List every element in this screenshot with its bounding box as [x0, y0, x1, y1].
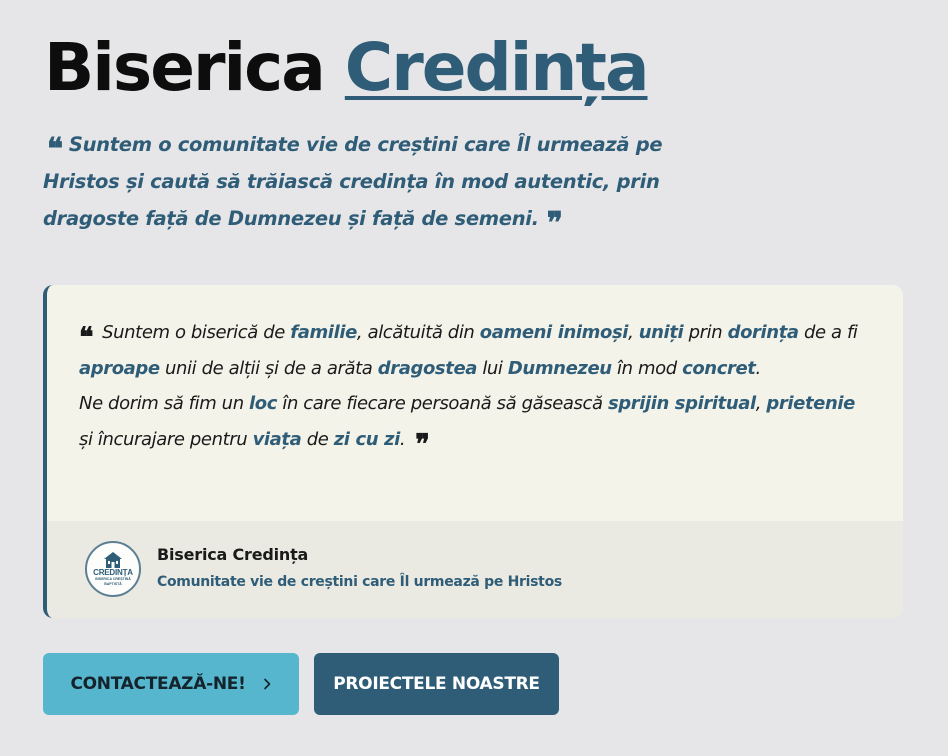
projects-button-label: PROIECTELE NOASTRE [333, 674, 540, 694]
contact-button-label: CONTACTEAZĂ-NE! [70, 674, 246, 694]
page: Biserica Credința ❝ Suntem o comunitate v… [0, 0, 948, 756]
highlight-word: dorința [727, 322, 799, 343]
quote-text-segment: , [755, 393, 767, 414]
quote-card: ❝ Suntem o biserică de familie, alcătuită… [43, 285, 903, 618]
highlight-word: loc [249, 393, 278, 414]
highlight-word: aproape [79, 357, 160, 379]
tagline-text: Suntem o comunitate vie de creștini care… [43, 133, 663, 230]
title-main: Biserica [44, 29, 326, 106]
church-building-icon [104, 552, 122, 568]
quote-text-segment: de [301, 428, 334, 450]
quote-text-segment: , alcătuită din [356, 322, 480, 343]
quote-text-segment: Ne dorim să fim un [79, 393, 250, 414]
highlight-word: Dumnezeu [507, 357, 612, 379]
quote-text-segment: în mod [611, 357, 683, 379]
projects-button[interactable]: PROIECTELE NOASTRE [314, 653, 559, 715]
highlight-word: prietenie [766, 393, 855, 414]
org-name: Biserica Credința [157, 545, 309, 564]
highlight-word: oameni inimoși [479, 322, 629, 343]
highlight-word: dragostea [377, 357, 478, 379]
page-title: Biserica Credința [44, 26, 650, 110]
quote-open-icon: ❝ [47, 132, 63, 167]
tagline: ❝ Suntem o comunitate vie de creștini car… [43, 126, 693, 239]
highlight-word: uniți [638, 322, 684, 343]
quote-close-icon: ❞ [546, 206, 563, 241]
quote-text-segment: Suntem o biserică de [102, 322, 291, 343]
quote-text-segment: și încurajare pentru [79, 428, 253, 450]
quote-text-segment: unii de alții și de a arăta [159, 357, 378, 379]
church-logo: CREDINȚA BISERICA CREȘTINĂ BAPTISTĂ [85, 541, 141, 597]
highlight-word: sprijin spiritual [607, 393, 756, 414]
quote-text-segment: prin [683, 322, 728, 343]
quote-card-text: Suntem o biserică de familie, alcătuită … [79, 322, 858, 450]
quote-open-icon: ❝ [79, 322, 94, 353]
quote-text-segment: , [628, 322, 639, 343]
quote-text-segment: în care fiecare persoană să găsească [277, 393, 608, 414]
logo-subtext-2: BAPTISTĂ [104, 581, 122, 586]
quote-text-segment: . [755, 357, 761, 379]
quote-close-icon: ❞ [415, 428, 430, 460]
quote-text-segment: . [399, 428, 406, 450]
org-subtitle: Comunitate vie de creștini care Îl urmea… [157, 574, 562, 590]
highlight-word: familie [290, 322, 357, 343]
logo-text: CREDINȚA [93, 568, 133, 577]
highlight-word: viața [252, 428, 302, 450]
quote-text-segment: lui [477, 357, 508, 379]
highlight-word: zi cu zi [333, 428, 401, 450]
quote-text-segment: de a fi [798, 322, 858, 343]
quote-card-body: ❝ Suntem o biserică de familie, alcătuită… [79, 315, 869, 460]
title-accent: Credința [344, 29, 650, 106]
quote-card-footer: CREDINȚA BISERICA CREȘTINĂ BAPTISTĂ Bise… [47, 521, 903, 618]
chevron-right-icon [263, 678, 270, 690]
highlight-word: concret [682, 357, 756, 379]
contact-button[interactable]: CONTACTEAZĂ-NE! [43, 653, 299, 715]
